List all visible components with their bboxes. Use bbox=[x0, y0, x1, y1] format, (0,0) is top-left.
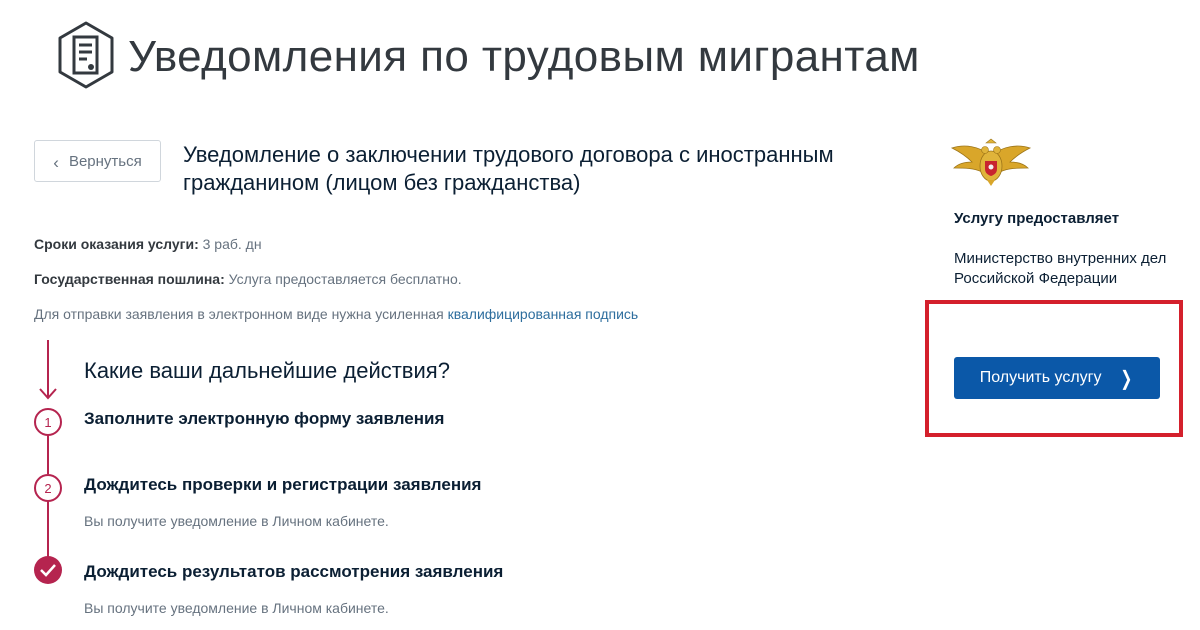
step-2-description: Вы получите уведомление в Личном кабинет… bbox=[84, 513, 389, 529]
fee-value: Услуга предоставляется бесплатно. bbox=[228, 271, 462, 287]
signature-info: Для отправки заявления в электронном вид… bbox=[34, 306, 638, 322]
provider-name: Министерство внутренних дел Российской Ф… bbox=[954, 250, 1167, 287]
steps-heading: Какие ваши дальнейшие действия? bbox=[84, 358, 450, 383]
service-title: Уведомление о заключении трудового догов… bbox=[183, 142, 834, 195]
get-service-button[interactable]: Получить услугу ❯ bbox=[954, 357, 1160, 399]
get-service-label: Получить услугу bbox=[979, 369, 1102, 386]
mvd-emblem-icon bbox=[950, 138, 1032, 186]
provider-heading: Услугу предоставляет bbox=[954, 210, 1120, 227]
step-3-marker bbox=[34, 556, 62, 584]
step-1-number: 1 bbox=[44, 415, 51, 430]
chevron-right-icon: ❯ bbox=[1120, 367, 1132, 390]
step-3-title: Дождитесь результатов рассмотрения заявл… bbox=[84, 562, 504, 581]
page-title: Уведомления по трудовым мигрантам bbox=[128, 32, 920, 81]
step-2-title: Дождитесь проверки и регистрации заявлен… bbox=[84, 475, 482, 494]
terms-value: 3 раб. дн bbox=[202, 236, 262, 252]
steps-timeline: 1 2 bbox=[34, 340, 62, 584]
step-1-title: Заполните электронную форму заявления bbox=[84, 409, 445, 428]
step-2-number: 2 bbox=[44, 481, 51, 496]
signature-link[interactable]: квалифицированная подпись bbox=[448, 306, 639, 322]
step-3-description: Вы получите уведомление в Личном кабинет… bbox=[84, 600, 389, 616]
